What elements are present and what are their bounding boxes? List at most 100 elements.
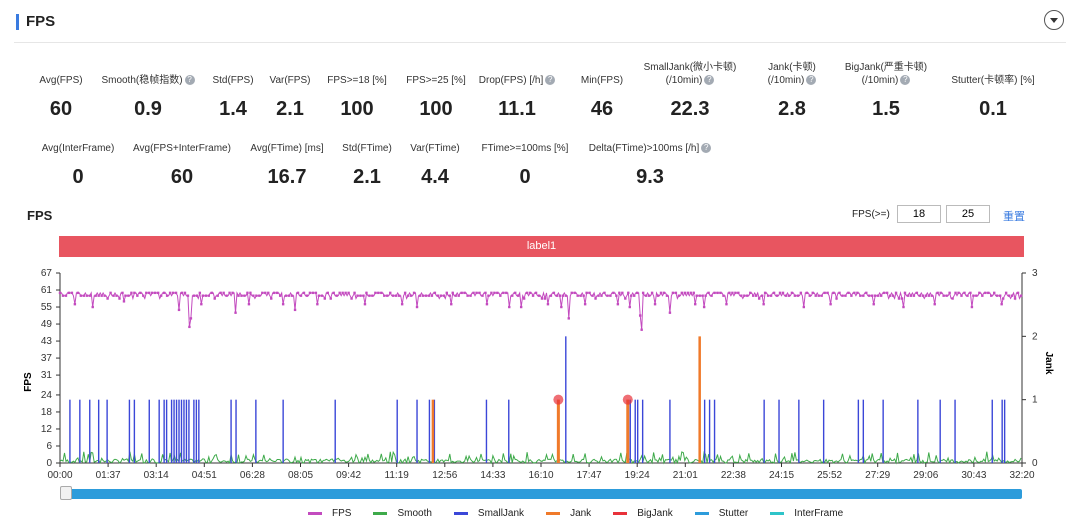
fps-point (531, 294, 535, 297)
y-tick-label: 55 (41, 302, 53, 313)
fps-point (240, 294, 243, 297)
legend-item[interactable]: Smooth (373, 508, 432, 519)
fps-point (891, 294, 895, 297)
fps-point (942, 294, 945, 297)
fps-point (79, 294, 83, 297)
fps-point (118, 297, 121, 300)
chart-title: FPS (27, 208, 53, 223)
fps-point (734, 291, 737, 295)
fps-point (534, 291, 538, 295)
fps-threshold-input-1[interactable] (897, 205, 941, 223)
fps-point (82, 294, 86, 297)
help-icon[interactable]: ? (806, 75, 817, 86)
fps-point (502, 291, 505, 295)
panel-title: FPS (26, 13, 56, 30)
fps-point (1010, 294, 1014, 297)
y-tick-label: 37 (41, 353, 53, 364)
legend-item[interactable]: SmallJank (453, 508, 524, 519)
fps-point (165, 294, 169, 297)
fps-point (1013, 297, 1017, 300)
fps-point (909, 294, 913, 297)
fps-point (133, 291, 136, 295)
fps-point (392, 294, 395, 297)
metric-value: 0 (519, 166, 531, 188)
metric-label: BigJank(严重卡顿) (816, 61, 956, 74)
fps-point (109, 291, 112, 295)
time-range-slider[interactable] (60, 489, 1022, 499)
x-tick-label: 06:28 (240, 470, 265, 481)
fps-point (246, 291, 249, 295)
fps-point (519, 305, 523, 309)
fps-point (781, 291, 785, 295)
fps-point (903, 291, 907, 295)
fps-point (552, 291, 556, 295)
collapse-chevron-icon[interactable] (1044, 10, 1064, 30)
fps-point (644, 294, 648, 297)
metric-label-text: Stutter(卡顿率) [%] (951, 75, 1035, 86)
fps-point (469, 294, 472, 297)
fps-point (481, 294, 484, 297)
y-tick-label: 18 (41, 407, 53, 418)
x-tick-label: 19:24 (625, 470, 650, 481)
reset-link[interactable]: 重置 (1003, 208, 1025, 224)
legend-item[interactable]: InterFrame (770, 508, 843, 519)
fps-point (583, 302, 587, 306)
fps-point (284, 294, 288, 297)
legend-item[interactable]: Jank (546, 508, 591, 519)
fps-point (383, 294, 386, 297)
slider-handle[interactable] (60, 486, 72, 500)
fps-point (900, 297, 904, 300)
legend-item[interactable]: Stutter (694, 508, 748, 519)
fps-point (448, 294, 451, 297)
metric-metrics_row2-6: Delta(FTime)>100ms [/h]? 9.3 (580, 142, 720, 188)
fps-point (496, 291, 499, 295)
fps-point (159, 294, 163, 297)
fps-point (671, 291, 675, 295)
fps-point (219, 291, 222, 295)
fps-point (70, 291, 74, 295)
fps-point (811, 291, 814, 295)
label-bar: label1 (59, 236, 1024, 257)
fps-point (817, 294, 820, 297)
fps-point (332, 291, 335, 295)
fps-point (439, 294, 443, 297)
metric-label-text: Delta(FTime)>100ms [/h] (588, 143, 700, 154)
fps-point (775, 294, 779, 297)
fps-point (380, 291, 383, 295)
fps-point (915, 291, 919, 295)
fps-point (591, 294, 594, 297)
fps-point (329, 297, 332, 300)
fps-point (972, 294, 975, 297)
fps-point (826, 291, 829, 295)
legend-item[interactable]: BigJank (613, 508, 673, 519)
help-icon[interactable]: ? (900, 75, 911, 86)
fps-point (97, 294, 100, 297)
fps-point (970, 305, 974, 309)
fps-point (511, 294, 514, 297)
bigjank-marker (622, 394, 633, 405)
fps-point (252, 294, 255, 297)
fps-point (154, 291, 157, 295)
fps-point (1019, 294, 1023, 297)
fps-point (1007, 294, 1011, 297)
fps-point (555, 294, 559, 297)
fps-point (868, 294, 871, 297)
fps-point (490, 291, 493, 295)
fps-point (647, 294, 651, 297)
help-icon[interactable]: ? (704, 75, 715, 86)
x-tick-label: 01:37 (96, 470, 121, 481)
fps-point (698, 294, 701, 297)
fps-point (784, 294, 788, 297)
legend-label: Jank (570, 508, 592, 519)
fps-point (872, 302, 875, 306)
legend-item[interactable]: FPS (308, 508, 351, 519)
fps-threshold-input-2[interactable] (946, 205, 990, 223)
fps-point (457, 294, 460, 297)
fps-threshold-label: FPS(>=) (852, 209, 890, 220)
chart-legend: FPS Smooth SmallJank Jank BigJank Stutter Inte… (308, 508, 865, 519)
fps-point (862, 294, 865, 297)
help-icon[interactable]: ? (701, 143, 712, 154)
fps-point (403, 291, 407, 295)
legend-swatch (308, 511, 322, 515)
fps-point (954, 291, 957, 295)
